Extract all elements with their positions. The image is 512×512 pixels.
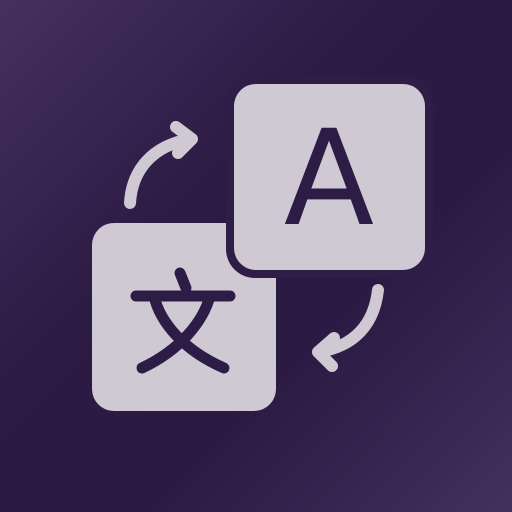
target-language-tile: A	[226, 76, 433, 278]
swap-arrow-bottom-icon	[312, 284, 384, 372]
latin-letter-glyph: A	[284, 102, 374, 256]
app-icon: A	[0, 0, 512, 512]
swap-arrow-top-icon	[124, 121, 198, 209]
translate-icon: A	[92, 76, 433, 411]
